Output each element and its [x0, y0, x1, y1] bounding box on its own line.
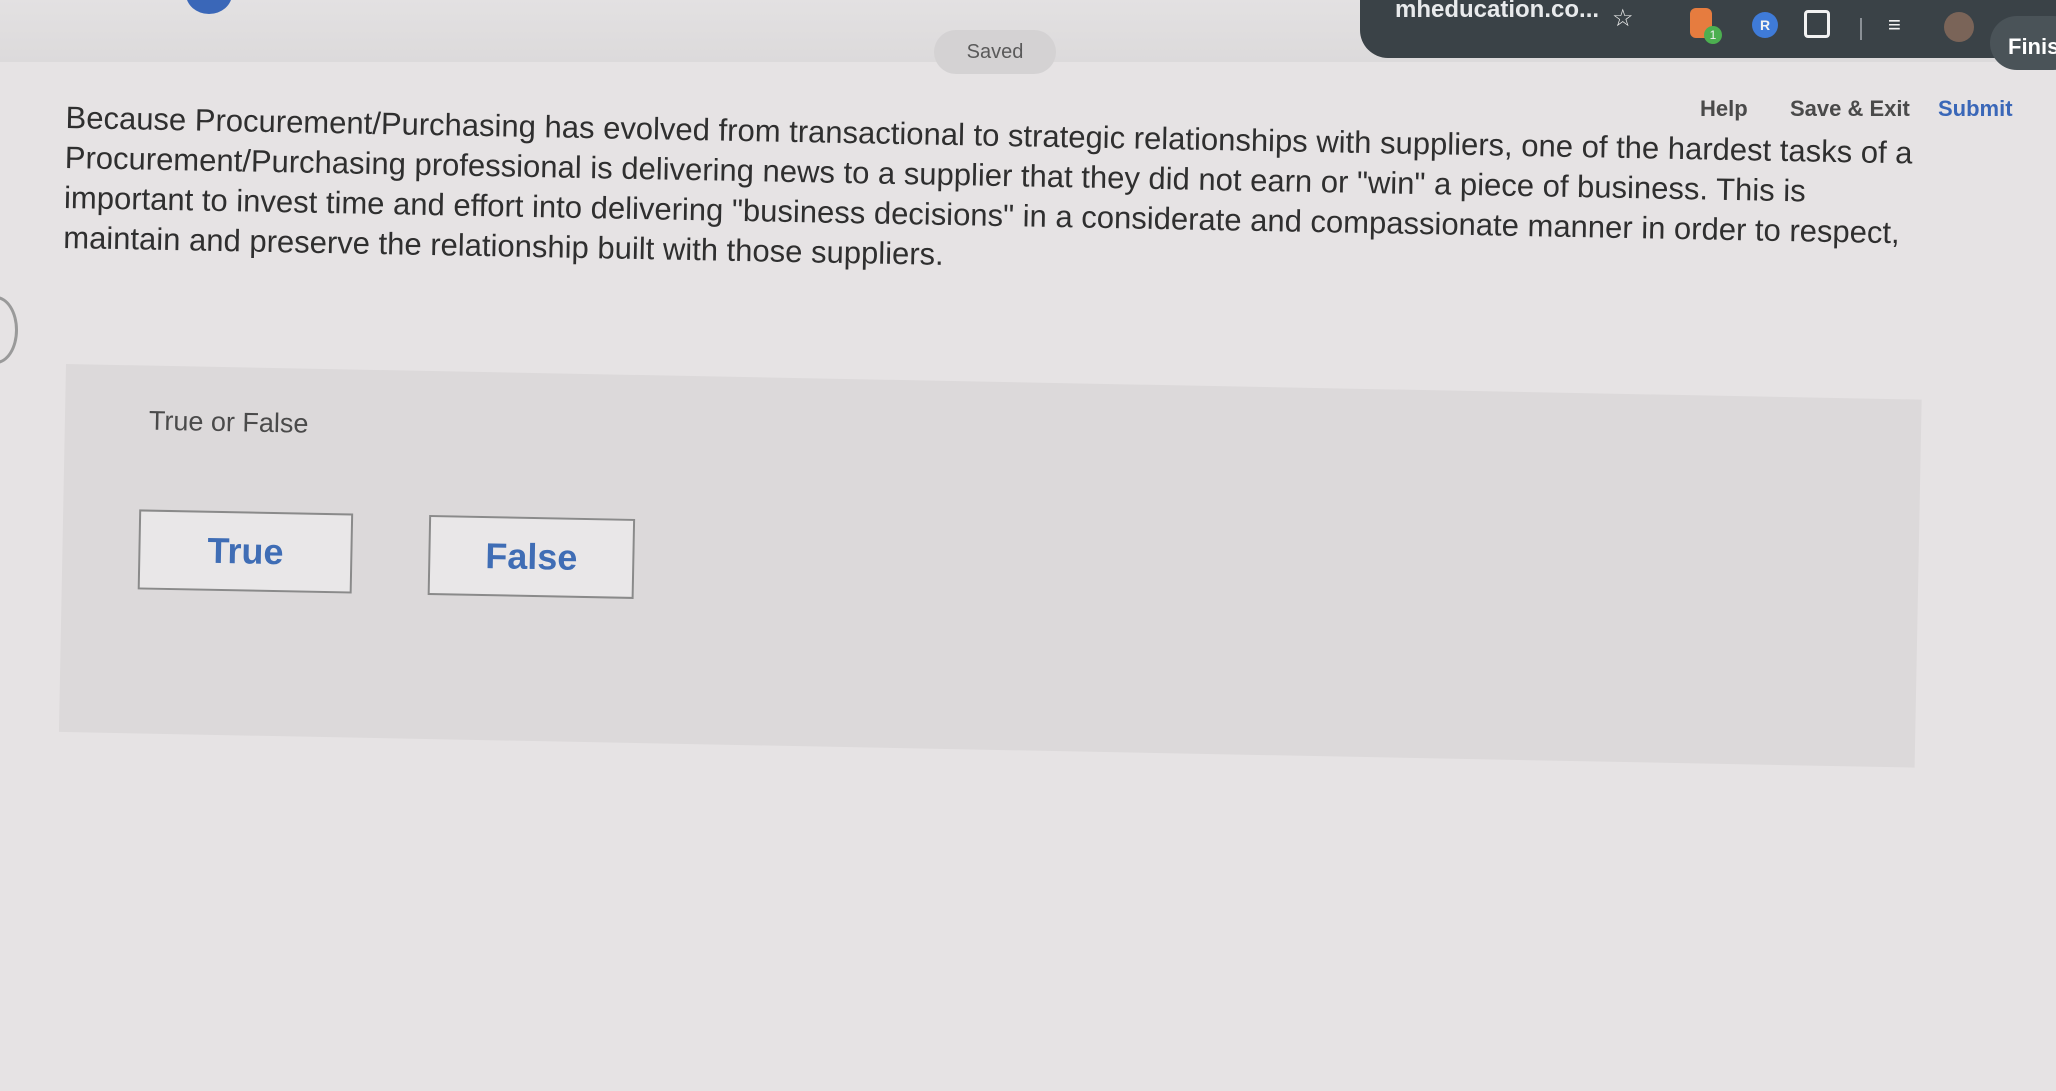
false-button[interactable]: False [427, 514, 636, 599]
toolbar-divider [1860, 18, 1862, 40]
side-panel-edge[interactable] [0, 296, 18, 364]
save-exit-link[interactable]: Save & Exit [1790, 96, 1910, 122]
puzzle-icon[interactable] [1804, 10, 1830, 38]
answer-panel: True or False True False [58, 364, 1922, 768]
saved-status-badge: Saved [934, 30, 1056, 74]
question-type-label: True or False [148, 405, 309, 439]
star-icon[interactable]: ☆ [1612, 4, 1634, 34]
question-text: Because Procurement/Purchasing has evolv… [62, 99, 1913, 272]
help-link[interactable]: Help [1700, 96, 1748, 122]
submit-link[interactable]: Submit [1938, 96, 2013, 122]
address-bar-url[interactable]: mheducation.co... [1395, 0, 1599, 24]
extension-orange-icon[interactable]: 1 [1690, 8, 1722, 44]
profile-avatar[interactable] [1944, 12, 1974, 42]
reading-list-icon[interactable]: ≡ [1888, 10, 1901, 40]
extension-blue-icon[interactable]: R [1752, 12, 1778, 38]
true-button[interactable]: True [137, 509, 354, 594]
extension-badge: 1 [1704, 26, 1722, 44]
finish-button[interactable]: Finish [1990, 16, 2056, 70]
